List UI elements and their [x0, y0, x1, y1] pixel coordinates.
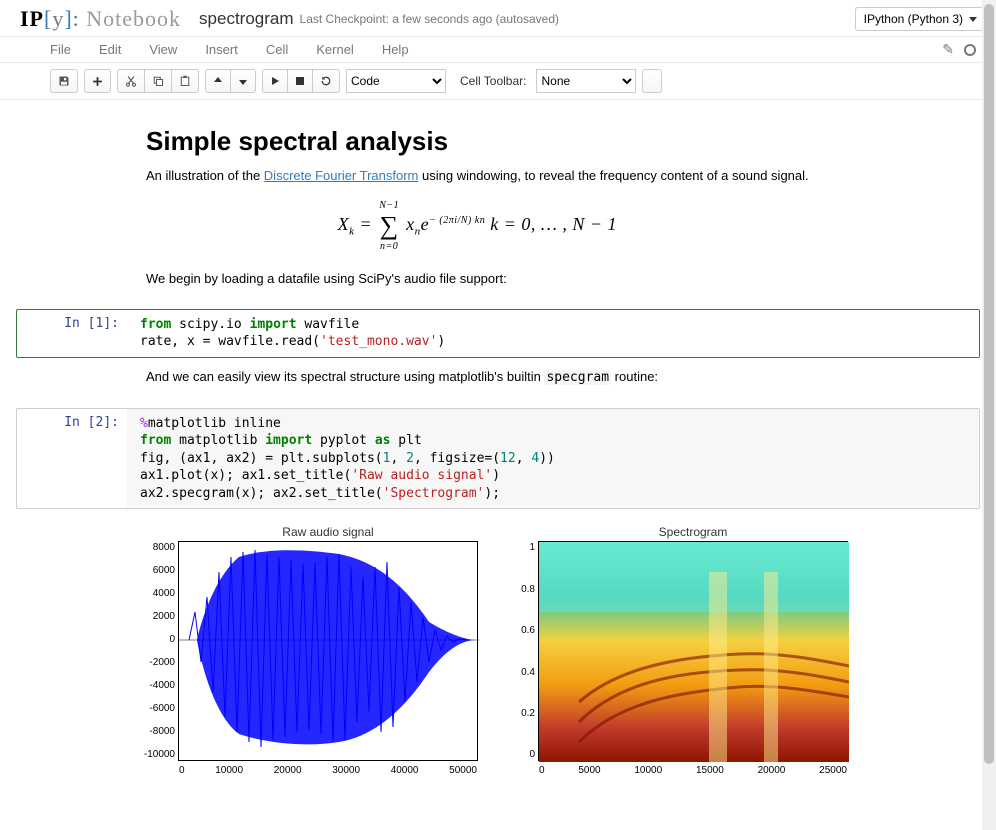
menu-kernel[interactable]: Kernel — [316, 42, 354, 57]
output-cell-2: Raw audio signal 80006000400020000-2000- — [16, 519, 980, 761]
move-up-button[interactable] — [205, 69, 231, 93]
load-paragraph: We begin by loading a datafile using Sci… — [146, 270, 809, 289]
chart-2-yticks: 10.80.60.40.20 — [507, 542, 535, 760]
menu-help[interactable]: Help — [382, 42, 409, 57]
save-button[interactable] — [50, 69, 78, 93]
code-input-2[interactable]: %matplotlib inline from matplotlib impor… — [127, 409, 979, 509]
notebook-name[interactable]: spectrogram — [199, 9, 293, 29]
edit-mode-icon[interactable] — [942, 41, 954, 58]
cell-toolbar-select[interactable]: None — [536, 69, 636, 93]
chart-2-plot: 10.80.60.40.20 0500010000150002000025000 — [538, 541, 848, 761]
cell-type-select[interactable]: Code — [346, 69, 446, 93]
cell-toolbar-label: Cell Toolbar: — [460, 74, 526, 88]
chart-1-xticks: 01000020000300004000050000 — [179, 765, 477, 776]
chart-2-xticks: 0500010000150002000025000 — [539, 765, 847, 776]
prompt-empty — [16, 118, 126, 299]
prompt-in-2: In [2]: — [17, 409, 127, 509]
menu-bar: File Edit View Insert Cell Kernel Help — [0, 37, 996, 63]
ipython-logo[interactable]: IP[y]: Notebook — [20, 6, 199, 32]
markdown-cell-1[interactable]: Simple spectral analysis An illustration… — [16, 118, 980, 299]
cut-button[interactable] — [117, 69, 145, 93]
menu-file[interactable]: File — [50, 42, 71, 57]
menu-edit[interactable]: Edit — [99, 42, 121, 57]
insert-cell-button[interactable] — [84, 69, 111, 93]
notebook-container[interactable]: Simple spectral analysis An illustration… — [0, 100, 996, 818]
logo-y: y — [52, 6, 64, 31]
main-toolbar: Code Cell Toolbar: None — [0, 63, 996, 100]
menu-insert[interactable]: Insert — [205, 42, 238, 57]
kernel-idle-icon — [964, 44, 976, 56]
dft-formula: Xk = N−1∑n=0 xne− (2πi/N) kn k = 0, … , … — [146, 200, 809, 252]
paste-button[interactable] — [172, 69, 199, 93]
spectrogram-svg — [539, 542, 849, 762]
waveform-svg — [179, 542, 479, 762]
notebook-header: IP[y]: Notebook spectrogram Last Checkpo… — [0, 0, 996, 37]
chart-1-plot: 80006000400020000-2000-4000-6000-8000-10… — [178, 541, 478, 761]
restart-button[interactable] — [313, 69, 340, 93]
dft-link[interactable]: Discrete Fourier Transform — [264, 168, 419, 183]
code-cell-1[interactable]: In [1]: from scipy.io import wavfile rat… — [16, 309, 980, 358]
chart-1-yticks: 80006000400020000-2000-4000-6000-8000-10… — [131, 542, 175, 760]
kernel-selector[interactable]: IPython (Python 3) — [855, 7, 986, 31]
extra-button[interactable] — [642, 69, 661, 93]
code-cell-2[interactable]: In [2]: %matplotlib inline from matplotl… — [16, 408, 980, 510]
scroll-thumb[interactable] — [984, 4, 994, 764]
run-button[interactable] — [262, 69, 288, 93]
logo-notebook: Notebook — [80, 6, 181, 31]
page-title: Simple spectral analysis — [146, 126, 809, 157]
kernel-name: IPython (Python 3) — [864, 12, 963, 26]
copy-button[interactable] — [145, 69, 172, 93]
intro-paragraph: An illustration of the Discrete Fourier … — [146, 167, 809, 186]
chart-1-title: Raw audio signal — [178, 525, 478, 539]
markdown-cell-2[interactable]: And we can easily view its spectral stru… — [16, 368, 980, 398]
chart-2-title: Spectrogram — [538, 525, 848, 539]
checkpoint-status: Last Checkpoint: a few seconds ago (auto… — [300, 12, 560, 26]
move-down-button[interactable] — [231, 69, 256, 93]
vertical-scrollbar[interactable] — [982, 0, 996, 830]
caret-down-icon — [969, 17, 977, 22]
chart-spectrogram: Spectrogram — [538, 525, 848, 761]
code-input-1[interactable]: from scipy.io import wavfile rate, x = w… — [127, 310, 979, 357]
prompt-in-1: In [1]: — [17, 310, 127, 357]
logo-rbracket: ]: — [64, 6, 79, 31]
menu-view[interactable]: View — [149, 42, 177, 57]
interrupt-button[interactable] — [288, 69, 313, 93]
specgram-paragraph: And we can easily view its spectral stru… — [146, 368, 658, 388]
logo-ip: IP — [20, 6, 44, 31]
chart-raw-audio: Raw audio signal 80006000400020000-2000- — [178, 525, 478, 761]
menu-cell[interactable]: Cell — [266, 42, 288, 57]
